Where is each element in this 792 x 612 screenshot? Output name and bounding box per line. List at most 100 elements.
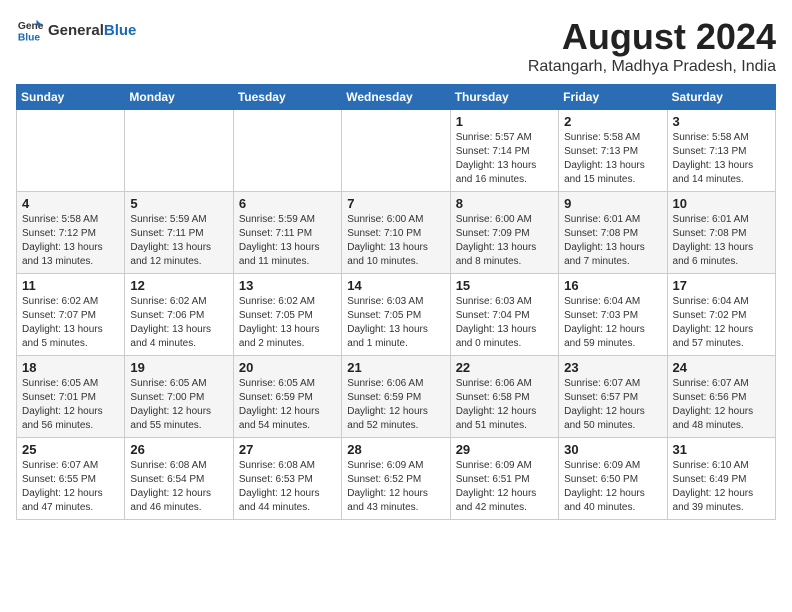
- day-info: Sunrise: 6:01 AM Sunset: 7:08 PM Dayligh…: [673, 213, 770, 269]
- calendar-week-row: 4 Sunrise: 5:58 AM Sunset: 7:12 PM Daylig…: [17, 192, 776, 274]
- calendar-cell: 14Sunrise: 6:03 AM Sunset: 7:05 PM Dayli…: [342, 274, 450, 356]
- day-number: 2: [564, 114, 661, 129]
- day-info: Sunrise: 6:03 AM Sunset: 7:04 PM Dayligh…: [456, 295, 553, 351]
- logo: General Blue GeneralBlue: [16, 16, 136, 44]
- day-info: Sunrise: 6:07 AM Sunset: 6:56 PM Dayligh…: [673, 377, 770, 433]
- day-info: Sunrise: 6:00 AM Sunset: 7:09 PM Dayligh…: [456, 213, 553, 269]
- calendar-week-row: 25Sunrise: 6:07 AM Sunset: 6:55 PM Dayli…: [17, 438, 776, 520]
- day-info: Sunrise: 5:58 AM Sunset: 7:13 PM Dayligh…: [564, 131, 661, 187]
- day-number: 8: [456, 196, 553, 211]
- day-number: 27: [239, 442, 336, 457]
- day-number: 5: [130, 196, 227, 211]
- calendar-cell: 30Sunrise: 6:09 AM Sunset: 6:50 PM Dayli…: [559, 438, 667, 520]
- day-info: Sunrise: 6:07 AM Sunset: 6:55 PM Dayligh…: [22, 459, 119, 515]
- day-number: 9: [564, 196, 661, 211]
- calendar-week-row: 1Sunrise: 5:57 AM Sunset: 7:14 PM Daylig…: [17, 110, 776, 192]
- calendar-cell: [342, 110, 450, 192]
- day-number: 22: [456, 360, 553, 375]
- calendar-cell: 2 Sunrise: 5:58 AM Sunset: 7:13 PM Daylig…: [559, 110, 667, 192]
- day-info: Sunrise: 6:05 AM Sunset: 6:59 PM Dayligh…: [239, 377, 336, 433]
- day-info: Sunrise: 6:07 AM Sunset: 6:57 PM Dayligh…: [564, 377, 661, 433]
- day-number: 6: [239, 196, 336, 211]
- day-info: Sunrise: 6:04 AM Sunset: 7:02 PM Dayligh…: [673, 295, 770, 351]
- day-info: Sunrise: 6:02 AM Sunset: 7:06 PM Dayligh…: [130, 295, 227, 351]
- day-number: 18: [22, 360, 119, 375]
- day-number: 7: [347, 196, 444, 211]
- day-number: 28: [347, 442, 444, 457]
- day-number: 17: [673, 278, 770, 293]
- calendar-cell: 10 Sunrise: 6:01 AM Sunset: 7:08 PM Dayli…: [667, 192, 775, 274]
- day-number: 16: [564, 278, 661, 293]
- calendar-cell: 29 Sunrise: 6:09 AM Sunset: 6:51 PM Dayli…: [450, 438, 558, 520]
- day-info: Sunrise: 5:58 AM Sunset: 7:12 PM Dayligh…: [22, 213, 119, 269]
- day-info: Sunrise: 5:59 AM Sunset: 7:11 PM Dayligh…: [239, 213, 336, 269]
- calendar-cell: 19 Sunrise: 6:05 AM Sunset: 7:00 PM Dayli…: [125, 356, 233, 438]
- col-header-friday: Friday: [559, 85, 667, 110]
- calendar-week-row: 18 Sunrise: 6:05 AM Sunset: 7:01 PM Dayli…: [17, 356, 776, 438]
- col-header-sunday: Sunday: [17, 85, 125, 110]
- calendar-cell: 26Sunrise: 6:08 AM Sunset: 6:54 PM Dayli…: [125, 438, 233, 520]
- day-info: Sunrise: 5:59 AM Sunset: 7:11 PM Dayligh…: [130, 213, 227, 269]
- day-number: 1: [456, 114, 553, 129]
- day-info: Sunrise: 5:58 AM Sunset: 7:13 PM Dayligh…: [673, 131, 770, 187]
- calendar-cell: 6 Sunrise: 5:59 AM Sunset: 7:11 PM Daylig…: [233, 192, 341, 274]
- calendar-cell: 7 Sunrise: 6:00 AM Sunset: 7:10 PM Daylig…: [342, 192, 450, 274]
- calendar-cell: 11Sunrise: 6:02 AM Sunset: 7:07 PM Dayli…: [17, 274, 125, 356]
- calendar-cell: 17 Sunrise: 6:04 AM Sunset: 7:02 PM Dayli…: [667, 274, 775, 356]
- col-header-saturday: Saturday: [667, 85, 775, 110]
- location-subtitle: Ratangarh, Madhya Pradesh, India: [528, 58, 776, 76]
- col-header-tuesday: Tuesday: [233, 85, 341, 110]
- calendar-cell: 9 Sunrise: 6:01 AM Sunset: 7:08 PM Daylig…: [559, 192, 667, 274]
- day-number: 20: [239, 360, 336, 375]
- day-info: Sunrise: 6:09 AM Sunset: 6:50 PM Dayligh…: [564, 459, 661, 515]
- svg-text:Blue: Blue: [18, 32, 41, 43]
- calendar-cell: 15Sunrise: 6:03 AM Sunset: 7:04 PM Dayli…: [450, 274, 558, 356]
- logo-icon: General Blue: [16, 16, 44, 44]
- day-info: Sunrise: 6:06 AM Sunset: 6:58 PM Dayligh…: [456, 377, 553, 433]
- calendar-cell: 23 Sunrise: 6:07 AM Sunset: 6:57 PM Dayli…: [559, 356, 667, 438]
- calendar-cell: 1Sunrise: 5:57 AM Sunset: 7:14 PM Daylig…: [450, 110, 558, 192]
- day-number: 3: [673, 114, 770, 129]
- day-info: Sunrise: 6:02 AM Sunset: 7:07 PM Dayligh…: [22, 295, 119, 351]
- day-info: Sunrise: 6:05 AM Sunset: 7:00 PM Dayligh…: [130, 377, 227, 433]
- calendar-cell: 12 Sunrise: 6:02 AM Sunset: 7:06 PM Dayli…: [125, 274, 233, 356]
- calendar-cell: 16 Sunrise: 6:04 AM Sunset: 7:03 PM Dayli…: [559, 274, 667, 356]
- day-number: 10: [673, 196, 770, 211]
- logo-blue: Blue: [104, 22, 137, 39]
- calendar-cell: 25Sunrise: 6:07 AM Sunset: 6:55 PM Dayli…: [17, 438, 125, 520]
- calendar-cell: 5 Sunrise: 5:59 AM Sunset: 7:11 PM Daylig…: [125, 192, 233, 274]
- day-number: 31: [673, 442, 770, 457]
- day-info: Sunrise: 6:04 AM Sunset: 7:03 PM Dayligh…: [564, 295, 661, 351]
- calendar-cell: [233, 110, 341, 192]
- calendar-cell: 3 Sunrise: 5:58 AM Sunset: 7:13 PM Daylig…: [667, 110, 775, 192]
- day-info: Sunrise: 6:09 AM Sunset: 6:51 PM Dayligh…: [456, 459, 553, 515]
- calendar-cell: 27Sunrise: 6:08 AM Sunset: 6:53 PM Dayli…: [233, 438, 341, 520]
- day-info: Sunrise: 6:08 AM Sunset: 6:54 PM Dayligh…: [130, 459, 227, 515]
- calendar-cell: 4 Sunrise: 5:58 AM Sunset: 7:12 PM Daylig…: [17, 192, 125, 274]
- calendar-week-row: 11Sunrise: 6:02 AM Sunset: 7:07 PM Dayli…: [17, 274, 776, 356]
- day-info: Sunrise: 6:01 AM Sunset: 7:08 PM Dayligh…: [564, 213, 661, 269]
- calendar-cell: 28Sunrise: 6:09 AM Sunset: 6:52 PM Dayli…: [342, 438, 450, 520]
- day-info: Sunrise: 6:05 AM Sunset: 7:01 PM Dayligh…: [22, 377, 119, 433]
- day-number: 24: [673, 360, 770, 375]
- calendar-cell: 24 Sunrise: 6:07 AM Sunset: 6:56 PM Dayli…: [667, 356, 775, 438]
- day-info: Sunrise: 6:06 AM Sunset: 6:59 PM Dayligh…: [347, 377, 444, 433]
- calendar-cell: 20 Sunrise: 6:05 AM Sunset: 6:59 PM Dayli…: [233, 356, 341, 438]
- svg-text:General: General: [18, 21, 44, 32]
- day-number: 12: [130, 278, 227, 293]
- calendar-cell: 8 Sunrise: 6:00 AM Sunset: 7:09 PM Daylig…: [450, 192, 558, 274]
- col-header-thursday: Thursday: [450, 85, 558, 110]
- calendar-header-row: SundayMondayTuesdayWednesdayThursdayFrid…: [17, 85, 776, 110]
- day-number: 19: [130, 360, 227, 375]
- day-info: Sunrise: 6:02 AM Sunset: 7:05 PM Dayligh…: [239, 295, 336, 351]
- calendar-cell: 31Sunrise: 6:10 AM Sunset: 6:49 PM Dayli…: [667, 438, 775, 520]
- logo-general: General: [48, 22, 104, 39]
- calendar-cell: [125, 110, 233, 192]
- calendar-cell: 21Sunrise: 6:06 AM Sunset: 6:59 PM Dayli…: [342, 356, 450, 438]
- day-number: 29: [456, 442, 553, 457]
- day-number: 23: [564, 360, 661, 375]
- day-number: 4: [22, 196, 119, 211]
- col-header-monday: Monday: [125, 85, 233, 110]
- month-year-title: August 2024: [528, 16, 776, 58]
- day-info: Sunrise: 6:00 AM Sunset: 7:10 PM Dayligh…: [347, 213, 444, 269]
